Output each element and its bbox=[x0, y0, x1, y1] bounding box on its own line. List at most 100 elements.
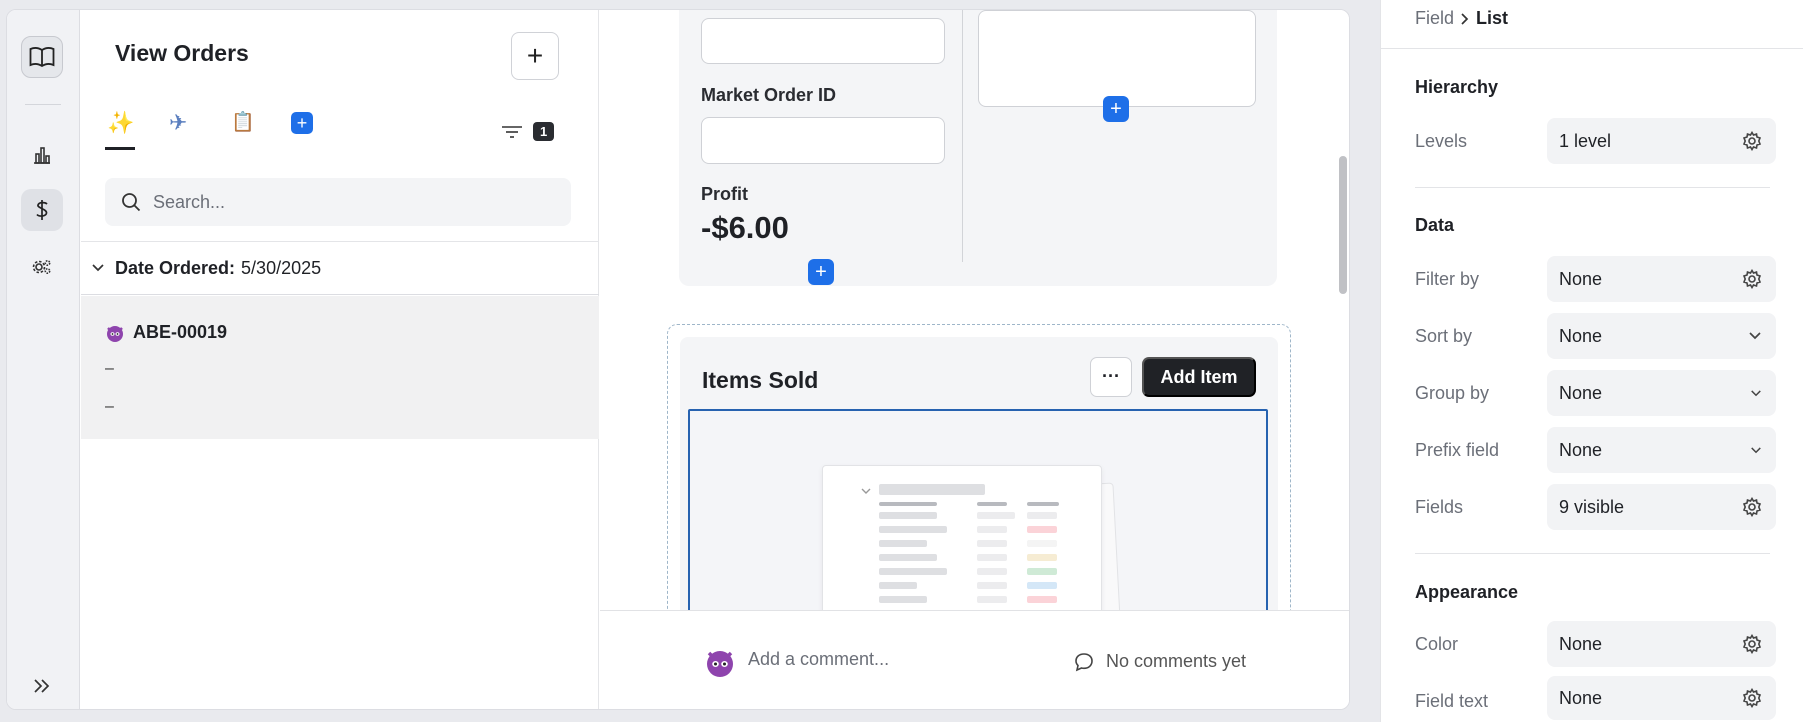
group-by-label: Group by bbox=[1415, 383, 1490, 403]
breadcrumb: Field List bbox=[1415, 8, 1508, 29]
list-preview-placeholder[interactable] bbox=[688, 409, 1268, 610]
user-avatar-icon bbox=[707, 651, 733, 677]
section-appearance: Appearance bbox=[1415, 582, 1519, 602]
group-header-date-ordered[interactable]: Date Ordered: 5/30/2025 bbox=[81, 241, 599, 295]
section-data: Data bbox=[1415, 215, 1455, 235]
filter-control[interactable]: 1 bbox=[501, 122, 555, 141]
chevron-down-icon bbox=[1751, 389, 1761, 396]
filter-by-label: Filter by bbox=[1415, 269, 1480, 289]
filter-by-control[interactable]: None bbox=[1547, 256, 1776, 302]
market-order-id-input[interactable] bbox=[701, 117, 945, 164]
rail-divider bbox=[25, 104, 61, 105]
sparkles-icon: ✨ bbox=[107, 110, 135, 135]
search-icon bbox=[122, 193, 141, 212]
panel-title: View Orders bbox=[115, 40, 249, 66]
detail-scrollbar[interactable] bbox=[1339, 156, 1347, 294]
group-label: Date Ordered: bbox=[115, 257, 236, 278]
profit-label: Profit bbox=[701, 184, 748, 204]
chevron-down-icon bbox=[92, 264, 104, 272]
tab-clipboard[interactable]: 📋 bbox=[229, 110, 291, 150]
group-value: 5/30/2025 bbox=[241, 257, 322, 278]
fields-control[interactable]: 9 visible bbox=[1547, 484, 1776, 530]
chevron-down-icon bbox=[1749, 332, 1761, 340]
sort-by-label: Sort by bbox=[1415, 326, 1473, 346]
expand-sidebar-icon[interactable] bbox=[21, 665, 63, 707]
filter-by-value: None bbox=[1559, 268, 1603, 289]
preview-sheet bbox=[822, 465, 1102, 610]
color-control[interactable]: None bbox=[1547, 621, 1776, 667]
color-value: None bbox=[1559, 633, 1603, 654]
settings-gears-icon[interactable] bbox=[21, 246, 63, 288]
add-item-button[interactable]: Add Item bbox=[1142, 357, 1256, 397]
app-logo-book-icon[interactable] bbox=[21, 36, 63, 78]
sort-by-value: None bbox=[1559, 325, 1603, 346]
chevron-right-icon bbox=[1461, 12, 1469, 25]
search-input[interactable] bbox=[153, 191, 533, 213]
add-view-button[interactable]: + bbox=[291, 112, 313, 134]
right-field-box[interactable] bbox=[978, 10, 1256, 107]
prefix-field-value: None bbox=[1559, 439, 1603, 460]
breadcrumb-parent[interactable]: Field bbox=[1415, 8, 1454, 29]
properties-panel: Field List Hierarchy Levels 1 level Data… bbox=[1380, 0, 1803, 722]
record-id: ABE-00019 bbox=[133, 322, 228, 342]
chart-icon[interactable] bbox=[21, 134, 63, 176]
comment-bubble-icon bbox=[1075, 652, 1093, 671]
dollar-icon[interactable] bbox=[21, 189, 63, 231]
divider bbox=[1381, 48, 1803, 49]
column-divider bbox=[962, 10, 963, 262]
record-list-panel: View Orders + ✨ ✈ 📋 + 1 Search... Date O… bbox=[81, 10, 599, 709]
add-field-button-right[interactable]: + bbox=[1103, 96, 1129, 122]
airplane-icon: ✈ bbox=[169, 110, 188, 135]
devil-avatar-icon bbox=[107, 325, 123, 342]
chevron-down-icon bbox=[1751, 446, 1761, 453]
profit-value: -$6.00 bbox=[701, 210, 789, 245]
levels-value: 1 level bbox=[1559, 130, 1612, 151]
prefix-field-select[interactable]: None bbox=[1547, 427, 1776, 473]
comment-input[interactable] bbox=[748, 649, 988, 670]
field-text-value: None bbox=[1559, 687, 1603, 708]
left-rail bbox=[7, 10, 80, 709]
section-hierarchy: Hierarchy bbox=[1415, 77, 1499, 97]
record-subline-2: – bbox=[105, 398, 114, 415]
prefix-field-label: Prefix field bbox=[1415, 440, 1500, 460]
field-text-control[interactable]: None bbox=[1547, 676, 1776, 720]
divider bbox=[1415, 553, 1770, 554]
items-sold-title: Items Sold bbox=[702, 367, 819, 393]
gear-icon bbox=[1742, 269, 1762, 289]
gear-icon bbox=[1742, 497, 1762, 517]
tab-sparkles[interactable]: ✨ bbox=[105, 110, 135, 150]
group-by-select[interactable]: None bbox=[1547, 370, 1776, 416]
filter-icon bbox=[502, 125, 522, 138]
more-options-button[interactable]: ··· bbox=[1090, 357, 1132, 397]
gear-icon bbox=[1742, 688, 1762, 708]
gear-icon bbox=[1742, 131, 1762, 151]
add-record-button[interactable]: + bbox=[511, 32, 559, 80]
sort-by-select[interactable]: None bbox=[1547, 313, 1776, 359]
add-field-button[interactable]: + bbox=[808, 259, 834, 285]
comments-status[interactable]: No comments yet bbox=[1074, 651, 1246, 672]
items-sold-card: Items Sold ··· Add Item bbox=[680, 337, 1278, 610]
field-text-label: Field text bbox=[1415, 691, 1489, 711]
record-subline-1: – bbox=[105, 360, 114, 377]
top-field-input[interactable] bbox=[701, 18, 945, 64]
items-sold-section: Items Sold ··· Add Item bbox=[667, 324, 1291, 610]
fields-label: Fields bbox=[1415, 497, 1464, 517]
plus-icon: + bbox=[526, 40, 544, 71]
view-tabs: ✨ ✈ 📋 + bbox=[105, 110, 313, 150]
list-item[interactable]: ABE-00019 – – bbox=[81, 296, 599, 439]
record-detail: Market Order ID Profit -$6.00 + + Items … bbox=[600, 10, 1349, 610]
gear-icon bbox=[1742, 634, 1762, 654]
market-order-id-label: Market Order ID bbox=[701, 85, 837, 105]
fields-value: 9 visible bbox=[1559, 496, 1625, 517]
filter-count-badge: 1 bbox=[533, 122, 555, 141]
color-label: Color bbox=[1415, 634, 1459, 654]
group-by-value: None bbox=[1559, 382, 1603, 403]
chevron-down-icon bbox=[861, 488, 871, 494]
levels-control[interactable]: 1 level bbox=[1547, 118, 1776, 164]
app-window: View Orders + ✨ ✈ 📋 + 1 Search... Date O… bbox=[6, 9, 1350, 710]
comment-bar: No comments yet bbox=[600, 610, 1349, 709]
tab-airplane[interactable]: ✈ bbox=[167, 110, 229, 150]
search-box[interactable] bbox=[105, 178, 571, 226]
fields-card: Market Order ID Profit -$6.00 + + bbox=[679, 10, 1277, 286]
breadcrumb-current: List bbox=[1476, 8, 1509, 28]
